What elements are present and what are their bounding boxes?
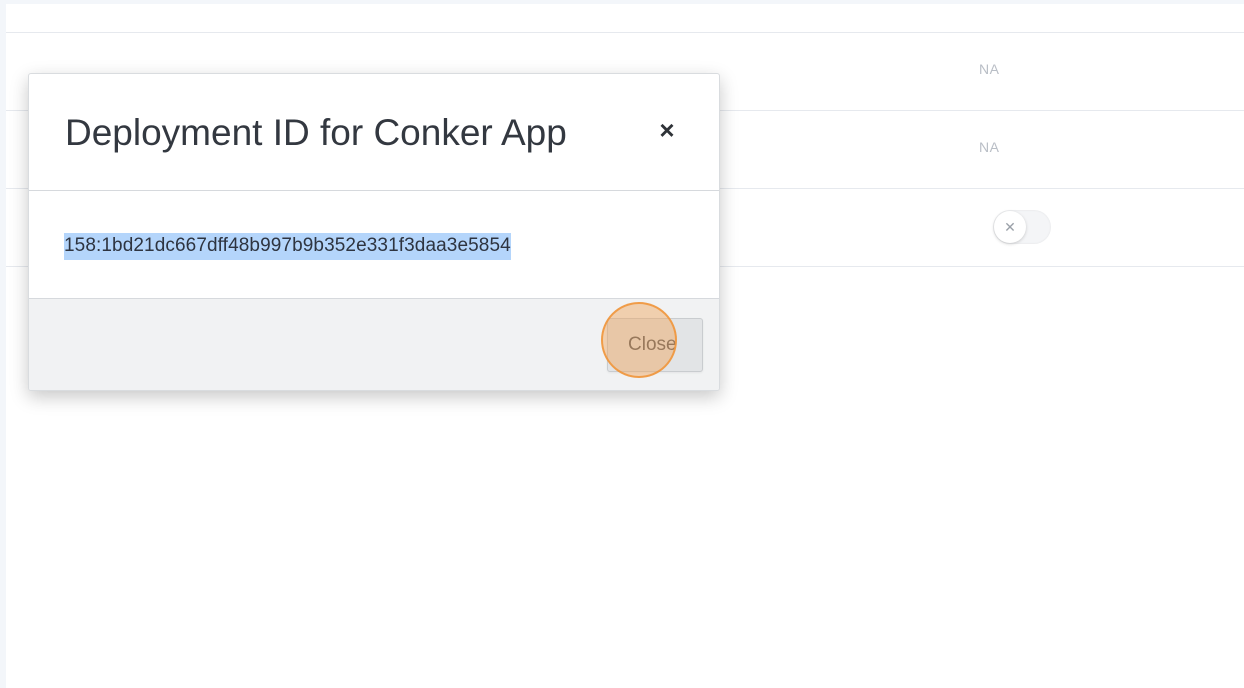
deployment-id-text[interactable]: 158:1bd21dc667dff48b997b9b352e331f3daa3e… [64,233,511,260]
status-cell: NA [979,61,1000,77]
modal-title: Deployment ID for Conker App [65,112,567,153]
close-icon[interactable]: × [653,116,681,144]
modal-body: 158:1bd21dc667dff48b997b9b352e331f3daa3e… [29,191,719,299]
status-cell: NA [979,139,1000,155]
deployment-id-modal: Deployment ID for Conker App × 158:1bd21… [28,73,720,391]
toggle-switch[interactable]: ✕ [993,210,1051,244]
modal-footer: Close [29,299,719,390]
close-button[interactable]: Close [607,318,703,372]
x-icon: ✕ [994,211,1026,243]
modal-header: Deployment ID for Conker App × [29,74,719,191]
